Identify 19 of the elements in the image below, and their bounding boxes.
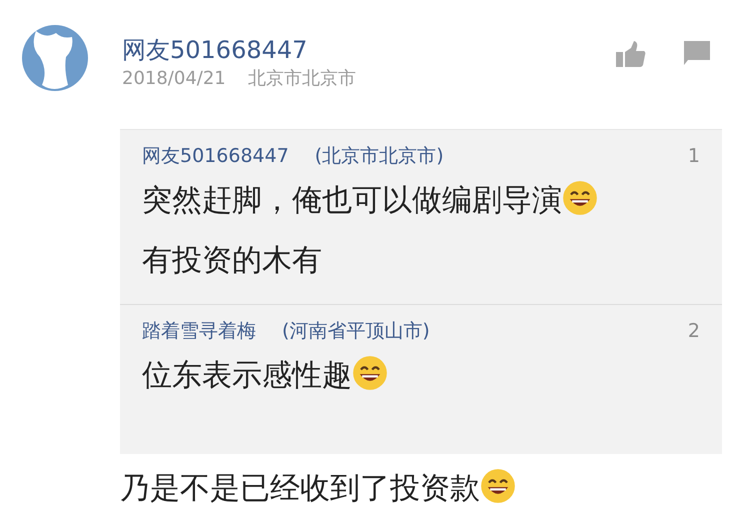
floor-number: 2	[688, 319, 700, 344]
avatar-icon	[22, 25, 88, 91]
comment-icon[interactable]	[684, 41, 710, 65]
reply-location: (北京市北京市)	[314, 144, 444, 169]
reply-username[interactable]: 踏着雪寻着梅	[142, 317, 256, 345]
floor-number: 1	[688, 144, 700, 169]
comment-location: 北京市北京市	[248, 67, 356, 91]
comment-text: 有投资的木有	[142, 243, 322, 278]
reply-location: (河南省平顶山市)	[282, 319, 430, 344]
grinning-emoji-icon	[562, 180, 598, 216]
username[interactable]: 网友501668447	[122, 34, 616, 66]
grinning-emoji-icon	[352, 355, 388, 391]
thumbs-up-icon[interactable]	[616, 41, 646, 67]
comment-text: 位东表示感性趣	[142, 358, 352, 393]
comment-text: 乃是不是已经收到了投资款	[120, 471, 480, 506]
grinning-emoji-icon	[480, 468, 516, 504]
comment-text: 突然赶脚，俺也可以做编剧导演	[142, 183, 562, 218]
comment-date: 2018/04/21	[122, 67, 226, 91]
reply-username[interactable]: 网友501668447	[142, 142, 289, 170]
